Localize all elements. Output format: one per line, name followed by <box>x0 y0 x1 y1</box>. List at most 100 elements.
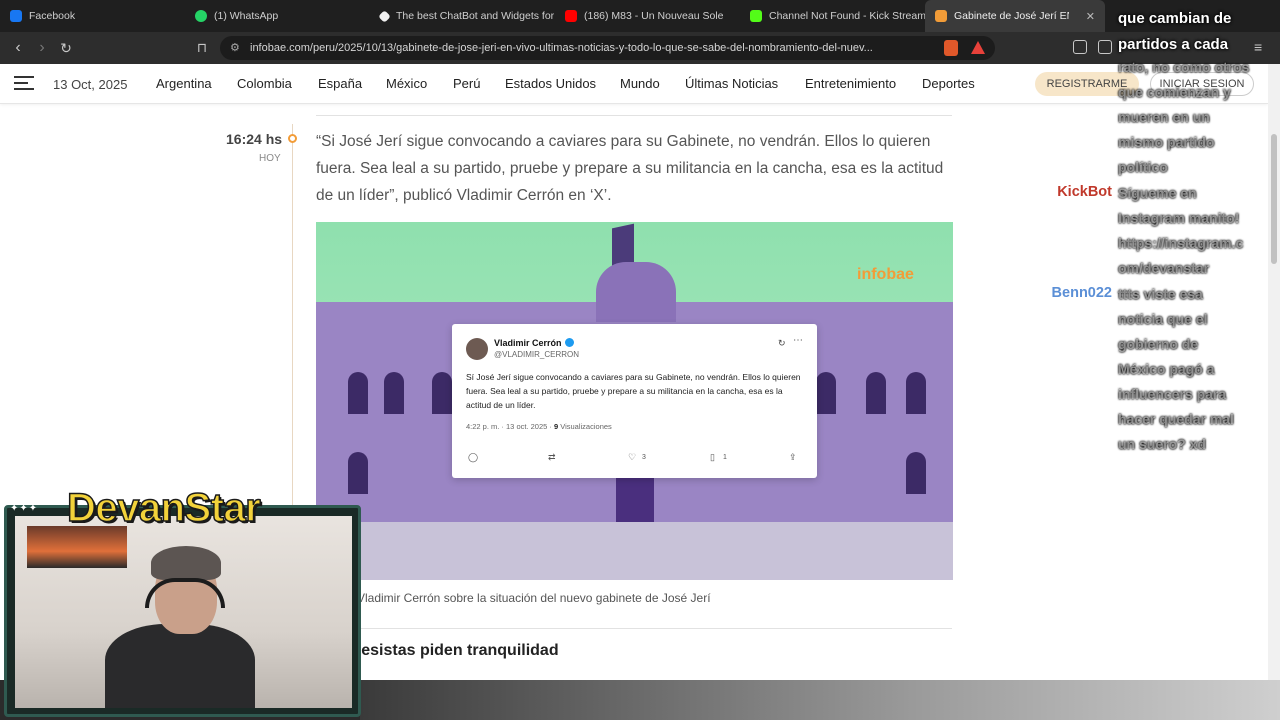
tweet-timestamp: 4:22 p. m. · 13 oct. 2025 · <box>466 422 554 431</box>
nav-ultimas-noticias[interactable]: Últimas Noticias <box>685 76 778 91</box>
tweet-views-label: Visualizaciones <box>558 422 612 431</box>
entry-day: HOY <box>259 153 281 164</box>
window-shape <box>906 372 926 414</box>
tab-label: Channel Not Found - Kick Stream <box>769 10 925 22</box>
whatsapp-icon <box>195 10 207 22</box>
divider <box>316 115 952 116</box>
forward-icon[interactable]: › <box>30 39 54 57</box>
verified-icon <box>564 338 574 347</box>
chat-message-line: hacer quedar mal <box>1118 411 1234 427</box>
bookmark-count: 1 <box>723 454 727 461</box>
tweet-meta: 4:22 p. m. · 13 oct. 2025 · 9 Visualizac… <box>466 422 612 431</box>
webcam-frame <box>4 505 361 717</box>
bookmark-icon[interactable]: ⊓ <box>190 40 214 56</box>
streamer-body-shape <box>105 624 255 708</box>
site-info-icon[interactable]: ⚙ <box>230 36 240 60</box>
chat-message-line: rato, no como otros <box>1118 59 1250 75</box>
chat-message-line: un suero? xd <box>1118 436 1206 452</box>
share-icon[interactable]: ⇪ <box>789 452 797 463</box>
chat-message-line: gobierno de <box>1118 336 1199 352</box>
reload-icon[interactable]: ↻ <box>54 40 78 57</box>
nav-peru[interactable]: Perú <box>453 76 480 91</box>
bookmark-icon[interactable]: ▯ <box>710 452 715 463</box>
desktop-background <box>360 680 1280 720</box>
brave-rewards-icon[interactable] <box>971 41 985 54</box>
like-icon[interactable]: ♡ <box>628 452 636 463</box>
tab-whatsapp[interactable]: (1) WhatsApp <box>185 0 370 32</box>
window-shape <box>384 372 404 414</box>
nav-colombia[interactable]: Colombia <box>237 76 292 91</box>
tweet-author-name: Vladimir Cerrón <box>494 338 562 348</box>
refresh-icon[interactable]: ↻ <box>778 338 786 349</box>
tab-label: The best ChatBot and Widgets for <box>396 10 555 22</box>
chat-message-line: influencers para <box>1118 386 1227 402</box>
chat-message-line: político <box>1118 159 1168 175</box>
nav-estados-unidos[interactable]: Estados Unidos <box>505 76 596 91</box>
window-shape <box>816 372 836 414</box>
chat-username: KickBot <box>1057 184 1112 200</box>
tab-label: (1) WhatsApp <box>214 10 279 22</box>
window-shape <box>432 372 452 414</box>
chat-message-line: mueren en un <box>1118 109 1210 125</box>
diamond-icon <box>378 9 391 23</box>
stars-decoration-icon: ✦✦✦ <box>10 503 39 514</box>
like-count: 3 <box>642 454 646 461</box>
article-photo: infobae Vladimir Cerrón @VLADIMIR_CERRON… <box>316 222 953 580</box>
divider <box>316 628 952 629</box>
tweet-handle: @VLADIMIR_CERRON <box>494 350 580 359</box>
hamburger-search-icon[interactable] <box>14 76 34 92</box>
youtube-icon <box>565 10 577 22</box>
timeline-dot-icon <box>288 134 297 143</box>
webcam-video <box>15 516 352 708</box>
nav-espana[interactable]: España <box>318 76 362 91</box>
photo-caption: Vladimir Cerrón sobre la situación del n… <box>357 591 711 605</box>
tab-label: Facebook <box>29 10 76 22</box>
nav-date: 13 Oct, 2025 <box>53 77 128 92</box>
chat-username: Benn022 <box>1051 285 1112 301</box>
tab-label: (186) M83 - Un Nouveau Sole <box>584 10 724 22</box>
streamer-hair-shape <box>151 546 221 580</box>
tweet-body: Sí José Jerí sigue convocando a caviares… <box>466 372 801 410</box>
back-icon[interactable]: ‹ <box>6 39 30 57</box>
tweet-author: Vladimir Cerrón <box>494 338 574 348</box>
reply-icon[interactable]: ◯ <box>468 452 478 463</box>
nav-argentina[interactable]: Argentina <box>156 76 212 91</box>
chat-message-line: https://instagram.c <box>1118 235 1244 251</box>
kick-icon <box>750 10 762 22</box>
facebook-icon <box>10 10 22 22</box>
chat-message-line: noticia que el <box>1118 311 1208 327</box>
infobae-logo: infobae <box>857 266 914 283</box>
chat-message-line: om/devanstar <box>1118 260 1210 276</box>
avatar <box>466 338 488 360</box>
tab-kick[interactable]: Channel Not Found - Kick Stream <box>740 0 925 32</box>
chat-message: que cambian de partidos a cada <box>1118 10 1232 53</box>
brave-shield-icon[interactable] <box>944 40 958 56</box>
embedded-tweet[interactable]: Vladimir Cerrón @VLADIMIR_CERRON ↻ ⋯ Sí … <box>452 324 817 478</box>
tab-facebook[interactable]: Facebook <box>0 0 185 32</box>
tab-youtube[interactable]: (186) M83 - Un Nouveau Sole <box>555 0 740 32</box>
nav-mexico[interactable]: México <box>386 76 427 91</box>
retweet-icon[interactable]: ⇄ <box>548 452 556 463</box>
url-text: infobae.com/peru/2025/10/13/gabinete-de-… <box>250 42 873 54</box>
entry-quote: “Si José Jerí sigue convocando a caviare… <box>316 133 944 204</box>
nav-deportes[interactable]: Deportes <box>922 76 975 91</box>
background-tv-shape <box>27 526 127 568</box>
plaza-ground <box>316 522 953 580</box>
tab-chatbot[interactable]: The best ChatBot and Widgets for <box>370 0 555 32</box>
nav-mundo[interactable]: Mundo <box>620 76 660 91</box>
screen: Facebook (1) WhatsApp The best ChatBot a… <box>0 0 1280 720</box>
window-shape <box>906 452 926 494</box>
more-icon[interactable]: ⋯ <box>793 335 803 346</box>
chat-message-line: que comienzan y <box>1118 84 1231 100</box>
palace-dome <box>596 262 676 322</box>
infobae-icon <box>935 10 947 22</box>
window-shape <box>348 452 368 494</box>
chat-message-line: Instagram manito! <box>1118 210 1240 226</box>
address-input[interactable]: ⚙ infobae.com/peru/2025/10/13/gabinete-d… <box>220 36 995 60</box>
window-shape <box>348 372 368 414</box>
next-entry-heading: resistas piden tranquilidad <box>355 642 559 659</box>
stream-chat-overlay: que cambian de partidos a cada rato, no … <box>1040 0 1280 470</box>
nav-entretenimiento[interactable]: Entretenimiento <box>805 76 896 91</box>
chat-message-line: ttts viste esa <box>1118 286 1203 302</box>
entry-time: 16:24 hs <box>226 131 283 147</box>
